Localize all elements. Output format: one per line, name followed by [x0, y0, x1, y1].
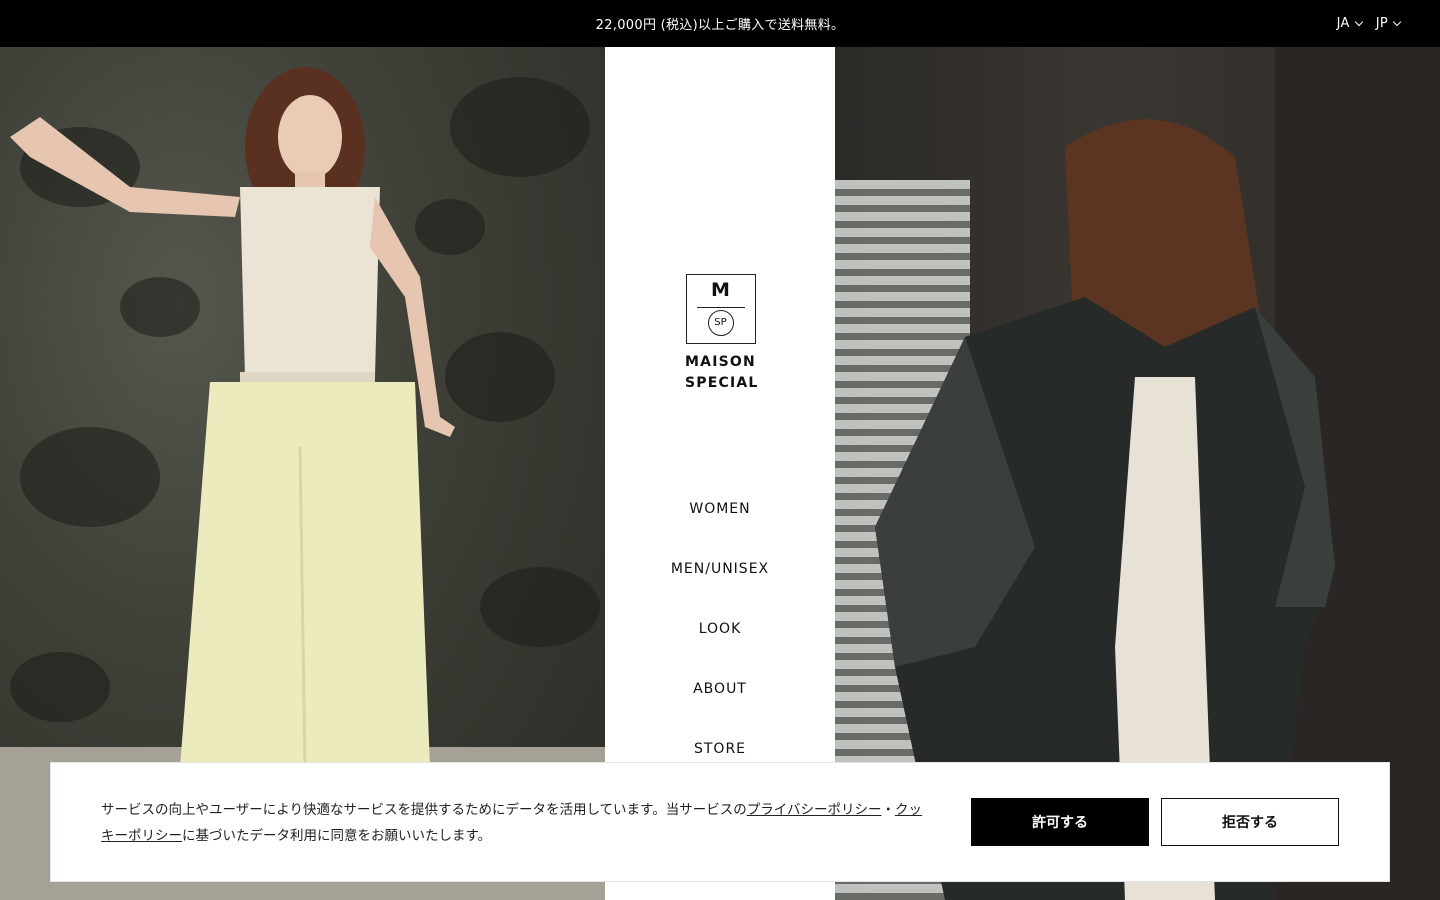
locale-switcher: JA JP — [1336, 0, 1402, 47]
nav-item-men-unisex[interactable]: MEN/UNISEX — [605, 557, 835, 617]
logo-mark: M SP — [685, 274, 756, 344]
logo-mark-circle: SP — [707, 310, 734, 336]
nav-item-women[interactable]: WOMEN — [605, 497, 835, 557]
logo-line-2: SPECIAL — [685, 375, 759, 391]
accept-cookies-button[interactable]: 許可する — [971, 798, 1149, 846]
logo-wordmark: MAISON SPECIAL — [685, 352, 759, 394]
nav-item-look[interactable]: LOOK — [605, 617, 835, 677]
announcement-bar: 22,000円 (税込)以上ご購入で送料無料。 JA JP — [0, 0, 1440, 47]
brand-logo[interactable]: M SP MAISON SPECIAL — [685, 274, 759, 394]
region-label: JP — [1375, 16, 1388, 31]
main-nav: WOMEN MEN/UNISEX LOOK ABOUT STORE — [605, 497, 835, 797]
reject-cookies-button[interactable]: 拒否する — [1161, 798, 1339, 846]
cookie-consent-banner: サービスの向上やユーザーにより快適なサービスを提供するためにデータを活用していま… — [50, 762, 1390, 882]
cookie-message: サービスの向上やユーザーにより快適なサービスを提供するためにデータを活用していま… — [101, 797, 931, 849]
language-select[interactable]: JA — [1336, 16, 1363, 31]
chevron-down-icon — [1354, 17, 1363, 26]
logo-mark-letter: M — [711, 279, 730, 301]
language-label: JA — [1336, 16, 1350, 31]
privacy-policy-link[interactable]: プライバシーポリシー — [747, 802, 882, 818]
logo-divider — [696, 307, 745, 308]
cookie-separator: ・ — [881, 802, 895, 818]
cookie-text-before: サービスの向上やユーザーにより快適なサービスを提供するためにデータを活用していま… — [101, 802, 747, 818]
nav-item-about[interactable]: ABOUT — [605, 677, 835, 737]
announcement-text: 22,000円 (税込)以上ご購入で送料無料。 — [595, 18, 845, 33]
chevron-down-icon — [1392, 17, 1402, 26]
cookie-text-after: に基づいたデータ利用に同意をお願いいたします。 — [182, 828, 492, 844]
region-select[interactable]: JP — [1375, 16, 1402, 31]
logo-line-1: MAISON — [685, 354, 756, 370]
